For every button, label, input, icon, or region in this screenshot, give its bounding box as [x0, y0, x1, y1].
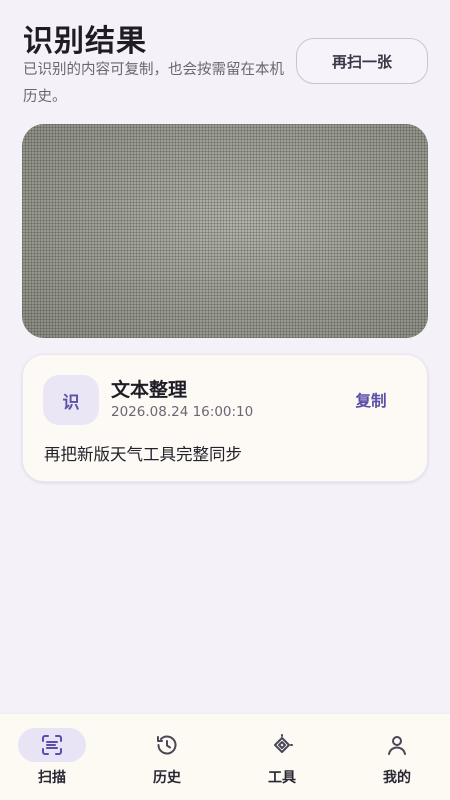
nav-label-history: 历史 — [153, 770, 181, 786]
recognized-text: 再把新版天气工具完整同步 — [44, 445, 242, 464]
page-subtitle: 已识别的内容可复制，也会按需留在本机历史。 — [23, 62, 284, 105]
page-title: 识别结果 — [23, 24, 147, 59]
nav-item-history[interactable]: 历史 — [112, 714, 222, 800]
bottom-navigation: 扫描 历史 工具 我的 — [0, 714, 450, 800]
scan-result-page: 识别结果 已识别的内容可复制，也会按需留在本机历史。 再扫一张 识 文本整理 2… — [0, 0, 450, 800]
profile-icon — [388, 736, 406, 755]
scan-icon — [42, 735, 62, 755]
result-card: 识 文本整理 2026.08.24 16:00:10 复制 再把新版天气工具完整… — [22, 354, 428, 482]
history-icon — [157, 735, 177, 755]
result-title: 文本整理 — [111, 379, 188, 401]
result-timestamp: 2026.08.24 16:00:10 — [111, 404, 254, 420]
nav-label-tools: 工具 — [268, 770, 296, 786]
tools-icon — [274, 734, 293, 753]
nav-item-tools[interactable]: 工具 — [227, 714, 337, 800]
nav-item-profile[interactable]: 我的 — [342, 714, 450, 800]
rescan-button[interactable]: 再扫一张 — [296, 38, 428, 84]
nav-label-profile: 我的 — [383, 770, 411, 786]
copy-button[interactable]: 复制 — [347, 389, 395, 413]
scanned-image-preview[interactable] — [22, 124, 428, 338]
nav-label-scan: 扫描 — [38, 770, 66, 786]
result-type-badge: 识 — [43, 375, 99, 425]
nav-active-pill — [18, 728, 86, 762]
nav-item-scan[interactable]: 扫描 — [0, 714, 107, 800]
